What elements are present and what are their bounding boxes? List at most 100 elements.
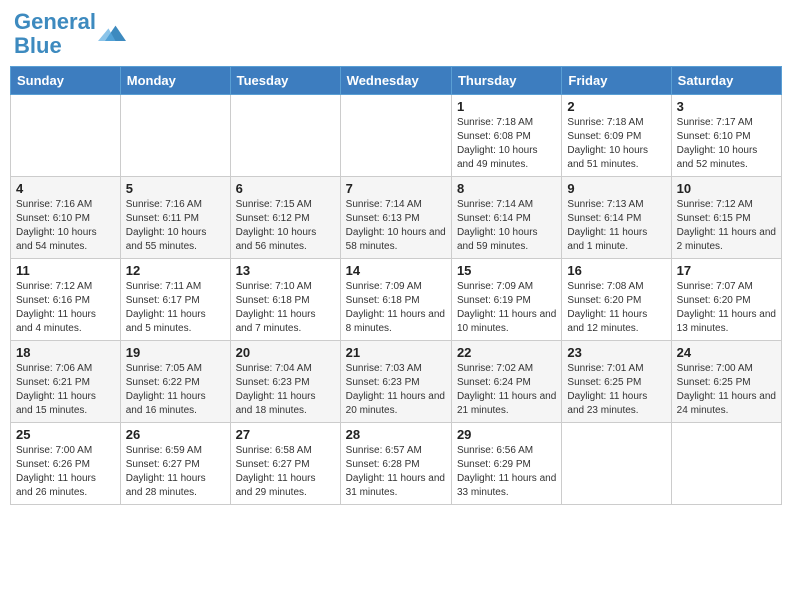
day-of-week-header: Saturday bbox=[671, 67, 781, 95]
day-number: 7 bbox=[346, 181, 446, 196]
day-number: 12 bbox=[126, 263, 225, 278]
day-of-week-header: Friday bbox=[562, 67, 671, 95]
calendar-day-cell: 2 Sunrise: 7:18 AM Sunset: 6:09 PM Daylig… bbox=[562, 95, 671, 177]
calendar-day-cell bbox=[562, 423, 671, 505]
day-info: Sunrise: 7:15 AM Sunset: 6:12 PM Dayligh… bbox=[236, 198, 335, 254]
day-info: Sunrise: 7:03 AM Sunset: 6:23 PM Dayligh… bbox=[346, 362, 446, 418]
calendar-week-row: 18 Sunrise: 7:06 AM Sunset: 6:21 PM Dayli… bbox=[11, 341, 782, 423]
day-info: Sunrise: 6:56 AM Sunset: 6:29 PM Dayligh… bbox=[457, 444, 556, 500]
calendar-day-cell: 6 Sunrise: 7:15 AM Sunset: 6:12 PM Daylig… bbox=[230, 177, 340, 259]
day-info: Sunrise: 7:12 AM Sunset: 6:16 PM Dayligh… bbox=[16, 280, 115, 336]
calendar-day-cell: 14 Sunrise: 7:09 AM Sunset: 6:18 PM Dayli… bbox=[340, 259, 451, 341]
day-of-week-header: Monday bbox=[120, 67, 230, 95]
logo-text: General Blue bbox=[14, 10, 96, 58]
calendar-day-cell: 10Sunrise: 7:12 AM Sunset: 6:15 PM Dayli… bbox=[671, 177, 781, 259]
day-of-week-header: Sunday bbox=[11, 67, 121, 95]
day-number: 11 bbox=[16, 263, 115, 278]
day-info: Sunrise: 7:14 AM Sunset: 6:14 PM Dayligh… bbox=[457, 198, 556, 254]
day-number: 23 bbox=[567, 345, 665, 360]
calendar-day-cell: 3 Sunrise: 7:17 AM Sunset: 6:10 PM Daylig… bbox=[671, 95, 781, 177]
day-number: 2 bbox=[567, 99, 665, 114]
calendar-day-cell: 28Sunrise: 6:57 AM Sunset: 6:28 PM Dayli… bbox=[340, 423, 451, 505]
logo: General Blue bbox=[14, 10, 126, 58]
calendar-day-cell: 20 Sunrise: 7:04 AM Sunset: 6:23 PM Dayli… bbox=[230, 341, 340, 423]
calendar-week-row: 11 Sunrise: 7:12 AM Sunset: 6:16 PM Dayli… bbox=[11, 259, 782, 341]
day-info: Sunrise: 7:16 AM Sunset: 6:11 PM Dayligh… bbox=[126, 198, 225, 254]
calendar-day-cell: 15 Sunrise: 7:09 AM Sunset: 6:19 PM Dayli… bbox=[451, 259, 561, 341]
day-info: Sunrise: 7:09 AM Sunset: 6:18 PM Dayligh… bbox=[346, 280, 446, 336]
day-info: Sunrise: 7:06 AM Sunset: 6:21 PM Dayligh… bbox=[16, 362, 115, 418]
day-info: Sunrise: 7:00 AM Sunset: 6:25 PM Dayligh… bbox=[677, 362, 776, 418]
day-number: 18 bbox=[16, 345, 115, 360]
day-number: 6 bbox=[236, 181, 335, 196]
day-number: 3 bbox=[677, 99, 776, 114]
calendar-day-cell: 27 Sunrise: 6:58 AM Sunset: 6:27 PM Dayli… bbox=[230, 423, 340, 505]
day-info: Sunrise: 7:18 AM Sunset: 6:09 PM Dayligh… bbox=[567, 116, 665, 172]
calendar-day-cell: 7 Sunrise: 7:14 AM Sunset: 6:13 PM Daylig… bbox=[340, 177, 451, 259]
logo-icon bbox=[98, 20, 126, 48]
day-of-week-header: Tuesday bbox=[230, 67, 340, 95]
day-info: Sunrise: 7:14 AM Sunset: 6:13 PM Dayligh… bbox=[346, 198, 446, 254]
calendar-day-cell: 26 Sunrise: 6:59 AM Sunset: 6:27 PM Dayli… bbox=[120, 423, 230, 505]
day-number: 9 bbox=[567, 181, 665, 196]
calendar-header-row: SundayMondayTuesdayWednesdayThursdayFrid… bbox=[11, 67, 782, 95]
day-number: 5 bbox=[126, 181, 225, 196]
calendar-day-cell bbox=[230, 95, 340, 177]
calendar-day-cell: 12 Sunrise: 7:11 AM Sunset: 6:17 PM Dayli… bbox=[120, 259, 230, 341]
calendar-day-cell: 11 Sunrise: 7:12 AM Sunset: 6:16 PM Dayli… bbox=[11, 259, 121, 341]
calendar-day-cell: 23Sunrise: 7:01 AM Sunset: 6:25 PM Dayli… bbox=[562, 341, 671, 423]
day-number: 19 bbox=[126, 345, 225, 360]
day-info: Sunrise: 7:18 AM Sunset: 6:08 PM Dayligh… bbox=[457, 116, 556, 172]
calendar-day-cell: 16 Sunrise: 7:08 AM Sunset: 6:20 PM Dayli… bbox=[562, 259, 671, 341]
day-number: 15 bbox=[457, 263, 556, 278]
calendar-day-cell: 8 Sunrise: 7:14 AM Sunset: 6:14 PM Daylig… bbox=[451, 177, 561, 259]
day-number: 8 bbox=[457, 181, 556, 196]
calendar-day-cell: 5 Sunrise: 7:16 AM Sunset: 6:11 PM Daylig… bbox=[120, 177, 230, 259]
page-header: General Blue bbox=[10, 10, 782, 58]
day-info: Sunrise: 7:05 AM Sunset: 6:22 PM Dayligh… bbox=[126, 362, 225, 418]
day-info: Sunrise: 7:10 AM Sunset: 6:18 PM Dayligh… bbox=[236, 280, 335, 336]
calendar-day-cell: 25Sunrise: 7:00 AM Sunset: 6:26 PM Dayli… bbox=[11, 423, 121, 505]
calendar-week-row: 1 Sunrise: 7:18 AM Sunset: 6:08 PM Daylig… bbox=[11, 95, 782, 177]
day-number: 27 bbox=[236, 427, 335, 442]
day-number: 1 bbox=[457, 99, 556, 114]
day-info: Sunrise: 6:59 AM Sunset: 6:27 PM Dayligh… bbox=[126, 444, 225, 500]
calendar-table: SundayMondayTuesdayWednesdayThursdayFrid… bbox=[10, 66, 782, 505]
calendar-day-cell bbox=[671, 423, 781, 505]
day-info: Sunrise: 7:09 AM Sunset: 6:19 PM Dayligh… bbox=[457, 280, 556, 336]
calendar-day-cell: 4 Sunrise: 7:16 AM Sunset: 6:10 PM Daylig… bbox=[11, 177, 121, 259]
day-number: 24 bbox=[677, 345, 776, 360]
day-info: Sunrise: 7:17 AM Sunset: 6:10 PM Dayligh… bbox=[677, 116, 776, 172]
calendar-day-cell: 17Sunrise: 7:07 AM Sunset: 6:20 PM Dayli… bbox=[671, 259, 781, 341]
calendar-day-cell: 19 Sunrise: 7:05 AM Sunset: 6:22 PM Dayli… bbox=[120, 341, 230, 423]
day-number: 16 bbox=[567, 263, 665, 278]
day-info: Sunrise: 7:04 AM Sunset: 6:23 PM Dayligh… bbox=[236, 362, 335, 418]
day-info: Sunrise: 6:58 AM Sunset: 6:27 PM Dayligh… bbox=[236, 444, 335, 500]
day-info: Sunrise: 7:13 AM Sunset: 6:14 PM Dayligh… bbox=[567, 198, 665, 254]
calendar-day-cell: 18 Sunrise: 7:06 AM Sunset: 6:21 PM Dayli… bbox=[11, 341, 121, 423]
calendar-day-cell: 21Sunrise: 7:03 AM Sunset: 6:23 PM Dayli… bbox=[340, 341, 451, 423]
calendar-day-cell: 29 Sunrise: 6:56 AM Sunset: 6:29 PM Dayli… bbox=[451, 423, 561, 505]
day-info: Sunrise: 7:11 AM Sunset: 6:17 PM Dayligh… bbox=[126, 280, 225, 336]
day-number: 14 bbox=[346, 263, 446, 278]
calendar-day-cell bbox=[11, 95, 121, 177]
day-number: 20 bbox=[236, 345, 335, 360]
day-number: 26 bbox=[126, 427, 225, 442]
calendar-day-cell: 13Sunrise: 7:10 AM Sunset: 6:18 PM Dayli… bbox=[230, 259, 340, 341]
calendar-day-cell: 9 Sunrise: 7:13 AM Sunset: 6:14 PM Daylig… bbox=[562, 177, 671, 259]
day-info: Sunrise: 7:16 AM Sunset: 6:10 PM Dayligh… bbox=[16, 198, 115, 254]
calendar-day-cell: 22Sunrise: 7:02 AM Sunset: 6:24 PM Dayli… bbox=[451, 341, 561, 423]
day-number: 28 bbox=[346, 427, 446, 442]
day-info: Sunrise: 7:08 AM Sunset: 6:20 PM Dayligh… bbox=[567, 280, 665, 336]
day-of-week-header: Wednesday bbox=[340, 67, 451, 95]
day-number: 17 bbox=[677, 263, 776, 278]
calendar-week-row: 4 Sunrise: 7:16 AM Sunset: 6:10 PM Daylig… bbox=[11, 177, 782, 259]
day-number: 4 bbox=[16, 181, 115, 196]
calendar-day-cell: 24 Sunrise: 7:00 AM Sunset: 6:25 PM Dayli… bbox=[671, 341, 781, 423]
calendar-week-row: 25Sunrise: 7:00 AM Sunset: 6:26 PM Dayli… bbox=[11, 423, 782, 505]
day-number: 22 bbox=[457, 345, 556, 360]
calendar-day-cell bbox=[120, 95, 230, 177]
day-info: Sunrise: 7:12 AM Sunset: 6:15 PM Dayligh… bbox=[677, 198, 776, 254]
day-number: 29 bbox=[457, 427, 556, 442]
day-info: Sunrise: 7:00 AM Sunset: 6:26 PM Dayligh… bbox=[16, 444, 115, 500]
